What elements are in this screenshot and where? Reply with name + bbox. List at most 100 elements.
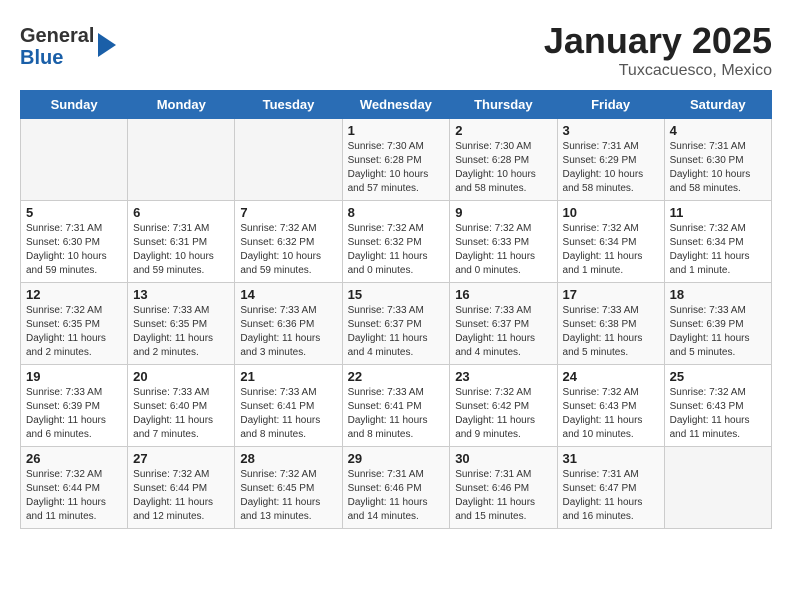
calendar-cell: 31Sunrise: 7:31 AM Sunset: 6:47 PM Dayli… — [557, 447, 664, 529]
day-info: Sunrise: 7:32 AM Sunset: 6:44 PM Dayligh… — [133, 468, 229, 524]
day-info: Sunrise: 7:31 AM Sunset: 6:46 PM Dayligh… — [348, 468, 445, 524]
day-header-monday: Monday — [128, 91, 235, 119]
logo-blue-text: Blue — [20, 47, 63, 69]
day-info: Sunrise: 7:32 AM Sunset: 6:33 PM Dayligh… — [455, 222, 551, 278]
calendar-table: SundayMondayTuesdayWednesdayThursdayFrid… — [20, 90, 772, 529]
calendar-cell — [21, 119, 128, 201]
day-number: 9 — [455, 205, 551, 220]
day-info: Sunrise: 7:33 AM Sunset: 6:39 PM Dayligh… — [26, 386, 122, 442]
day-info: Sunrise: 7:31 AM Sunset: 6:47 PM Dayligh… — [563, 468, 659, 524]
day-number: 29 — [348, 451, 445, 466]
day-number: 25 — [670, 369, 766, 384]
day-info: Sunrise: 7:32 AM Sunset: 6:42 PM Dayligh… — [455, 386, 551, 442]
day-info: Sunrise: 7:32 AM Sunset: 6:35 PM Dayligh… — [26, 304, 122, 360]
day-number: 24 — [563, 369, 659, 384]
day-number: 13 — [133, 287, 229, 302]
calendar-cell: 30Sunrise: 7:31 AM Sunset: 6:46 PM Dayli… — [450, 447, 557, 529]
page-header: General Blue January 2025 Tuxcacuesco, M… — [20, 20, 772, 80]
calendar-cell: 26Sunrise: 7:32 AM Sunset: 6:44 PM Dayli… — [21, 447, 128, 529]
calendar-cell: 11 Sunrise: 7:32 AM Sunset: 6:34 PM Dayli… — [664, 201, 771, 283]
day-number: 22 — [348, 369, 445, 384]
day-header-thursday: Thursday — [450, 91, 557, 119]
calendar-cell — [664, 447, 771, 529]
calendar-cell: 29 Sunrise: 7:31 AM Sunset: 6:46 PM Dayli… — [342, 447, 450, 529]
day-number: 2 — [455, 123, 551, 138]
calendar-cell: 20Sunrise: 7:33 AM Sunset: 6:40 PM Dayli… — [128, 365, 235, 447]
day-number: 17 — [563, 287, 659, 302]
day-info: Sunrise: 7:32 AM Sunset: 6:34 PM Dayligh… — [670, 222, 766, 278]
calendar-cell: 21Sunrise: 7:33 AM Sunset: 6:41 PM Dayli… — [235, 365, 342, 447]
day-info: Sunrise: 7:32 AM Sunset: 6:34 PM Dayligh… — [563, 222, 659, 278]
calendar-cell: 3Sunrise: 7:31 AM Sunset: 6:29 PM Daylig… — [557, 119, 664, 201]
calendar-header-row: SundayMondayTuesdayWednesdayThursdayFrid… — [21, 91, 772, 119]
calendar-week-row: 19 Sunrise: 7:33 AM Sunset: 6:39 PM Dayli… — [21, 365, 772, 447]
day-info: Sunrise: 7:33 AM Sunset: 6:39 PM Dayligh… — [670, 304, 766, 360]
day-number: 19 — [26, 369, 122, 384]
calendar-cell: 8Sunrise: 7:32 AM Sunset: 6:32 PM Daylig… — [342, 201, 450, 283]
calendar-cell: 9 Sunrise: 7:32 AM Sunset: 6:33 PM Daylig… — [450, 201, 557, 283]
day-info: Sunrise: 7:31 AM Sunset: 6:31 PM Dayligh… — [133, 222, 229, 278]
calendar-cell: 7 Sunrise: 7:32 AM Sunset: 6:32 PM Daylig… — [235, 201, 342, 283]
day-number: 16 — [455, 287, 551, 302]
day-info: Sunrise: 7:33 AM Sunset: 6:36 PM Dayligh… — [240, 304, 336, 360]
logo: General Blue — [20, 25, 116, 69]
day-info: Sunrise: 7:30 AM Sunset: 6:28 PM Dayligh… — [348, 140, 445, 196]
day-info: Sunrise: 7:32 AM Sunset: 6:45 PM Dayligh… — [240, 468, 336, 524]
sub-title: Tuxcacuesco, Mexico — [544, 62, 772, 80]
calendar-week-row: 26Sunrise: 7:32 AM Sunset: 6:44 PM Dayli… — [21, 447, 772, 529]
day-header-saturday: Saturday — [664, 91, 771, 119]
calendar-week-row: 12 Sunrise: 7:32 AM Sunset: 6:35 PM Dayli… — [21, 283, 772, 365]
calendar-cell: 22 Sunrise: 7:33 AM Sunset: 6:41 PM Dayli… — [342, 365, 450, 447]
logo-general-text: General — [20, 25, 94, 47]
day-number: 10 — [563, 205, 659, 220]
day-info: Sunrise: 7:32 AM Sunset: 6:32 PM Dayligh… — [240, 222, 336, 278]
day-info: Sunrise: 7:33 AM Sunset: 6:37 PM Dayligh… — [455, 304, 551, 360]
calendar-cell: 2 Sunrise: 7:30 AM Sunset: 6:28 PM Daylig… — [450, 119, 557, 201]
day-header-sunday: Sunday — [21, 91, 128, 119]
calendar-cell: 18 Sunrise: 7:33 AM Sunset: 6:39 PM Dayli… — [664, 283, 771, 365]
calendar-cell — [128, 119, 235, 201]
calendar-cell: 16 Sunrise: 7:33 AM Sunset: 6:37 PM Dayli… — [450, 283, 557, 365]
day-number: 23 — [455, 369, 551, 384]
day-info: Sunrise: 7:33 AM Sunset: 6:41 PM Dayligh… — [348, 386, 445, 442]
day-number: 14 — [240, 287, 336, 302]
day-info: Sunrise: 7:31 AM Sunset: 6:30 PM Dayligh… — [670, 140, 766, 196]
day-info: Sunrise: 7:30 AM Sunset: 6:28 PM Dayligh… — [455, 140, 551, 196]
day-info: Sunrise: 7:32 AM Sunset: 6:32 PM Dayligh… — [348, 222, 445, 278]
day-header-wednesday: Wednesday — [342, 91, 450, 119]
calendar-cell: 17 Sunrise: 7:33 AM Sunset: 6:38 PM Dayli… — [557, 283, 664, 365]
day-info: Sunrise: 7:31 AM Sunset: 6:46 PM Dayligh… — [455, 468, 551, 524]
calendar-cell: 4 Sunrise: 7:31 AM Sunset: 6:30 PM Daylig… — [664, 119, 771, 201]
day-info: Sunrise: 7:32 AM Sunset: 6:44 PM Dayligh… — [26, 468, 122, 524]
main-title: January 2025 — [544, 20, 772, 62]
day-header-tuesday: Tuesday — [235, 91, 342, 119]
day-info: Sunrise: 7:33 AM Sunset: 6:38 PM Dayligh… — [563, 304, 659, 360]
calendar-cell: 25 Sunrise: 7:32 AM Sunset: 6:43 PM Dayli… — [664, 365, 771, 447]
day-info: Sunrise: 7:32 AM Sunset: 6:43 PM Dayligh… — [563, 386, 659, 442]
calendar-cell: 12 Sunrise: 7:32 AM Sunset: 6:35 PM Dayli… — [21, 283, 128, 365]
calendar-cell: 10 Sunrise: 7:32 AM Sunset: 6:34 PM Dayli… — [557, 201, 664, 283]
day-number: 1 — [348, 123, 445, 138]
calendar-cell: 6Sunrise: 7:31 AM Sunset: 6:31 PM Daylig… — [128, 201, 235, 283]
day-number: 20 — [133, 369, 229, 384]
day-number: 11 — [670, 205, 766, 220]
day-info: Sunrise: 7:33 AM Sunset: 6:37 PM Dayligh… — [348, 304, 445, 360]
calendar-cell — [235, 119, 342, 201]
day-info: Sunrise: 7:32 AM Sunset: 6:43 PM Dayligh… — [670, 386, 766, 442]
day-number: 3 — [563, 123, 659, 138]
day-number: 7 — [240, 205, 336, 220]
day-number: 18 — [670, 287, 766, 302]
title-section: January 2025 Tuxcacuesco, Mexico — [544, 20, 772, 80]
day-info: Sunrise: 7:31 AM Sunset: 6:30 PM Dayligh… — [26, 222, 122, 278]
calendar-cell: 19 Sunrise: 7:33 AM Sunset: 6:39 PM Dayli… — [21, 365, 128, 447]
day-number: 12 — [26, 287, 122, 302]
day-info: Sunrise: 7:33 AM Sunset: 6:41 PM Dayligh… — [240, 386, 336, 442]
calendar-cell: 14 Sunrise: 7:33 AM Sunset: 6:36 PM Dayli… — [235, 283, 342, 365]
calendar-week-row: 5 Sunrise: 7:31 AM Sunset: 6:30 PM Daylig… — [21, 201, 772, 283]
day-number: 27 — [133, 451, 229, 466]
day-number: 4 — [670, 123, 766, 138]
calendar-cell: 5 Sunrise: 7:31 AM Sunset: 6:30 PM Daylig… — [21, 201, 128, 283]
day-number: 5 — [26, 205, 122, 220]
day-number: 15 — [348, 287, 445, 302]
calendar-cell: 24 Sunrise: 7:32 AM Sunset: 6:43 PM Dayli… — [557, 365, 664, 447]
